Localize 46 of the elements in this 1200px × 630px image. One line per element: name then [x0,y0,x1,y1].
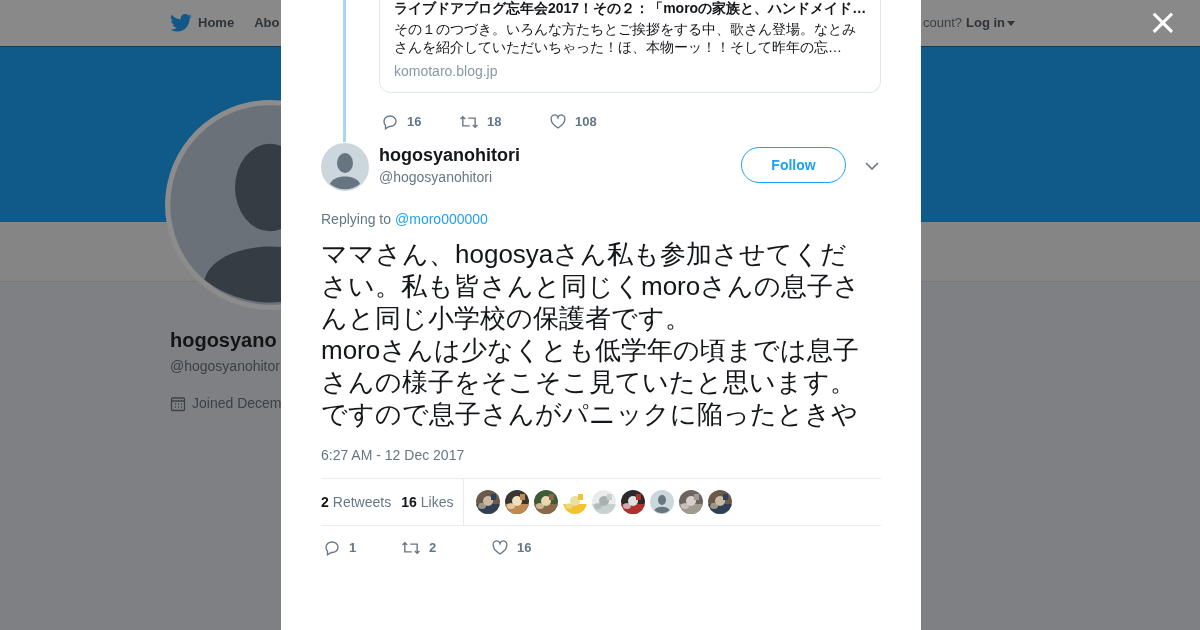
reply-count: 16 [407,113,422,131]
nav-link[interactable]: Abo [254,13,280,33]
retweet-button[interactable]: 18 [459,112,549,132]
timestamp: 6:27 AM - 12 Dec 2017 [321,446,466,465]
like-button[interactable]: 108 [549,112,597,132]
chevron-icon[interactable] [865,162,879,170]
stat-count: 2 [321,492,329,512]
retweet-count: 2 [429,539,437,557]
nav-link[interactable]: Home [198,13,235,33]
heart-icon [491,538,509,557]
reply-icon [381,112,399,131]
default-avatar-icon [650,490,675,514]
like-count: 16 [517,539,532,557]
login-button[interactable]: Log in [966,13,1015,33]
author-handle: @hogosyanohitori [379,168,494,187]
profile-name: hogosyano [170,328,277,352]
tweet-text: ママさん、hogosyaさん私も参加させてください。私も皆さんと同じくmoroさんの息子さんと同じ小学校の保護者です。 [321,238,862,334]
default-avatar-icon [321,143,369,191]
card-title: ライブドアブログ忘年会2017！その２：「moroの家族と、ハンドメイド… [394,0,866,16]
profile-handle: @hogosyanohitor [170,357,280,376]
stat-count: 16 [401,492,417,512]
reply-button[interactable]: 1 [323,538,401,558]
like-count: 108 [575,113,597,131]
replying-label: Replying to [321,210,392,229]
author-name: hogosyanohitori [379,144,520,166]
stat-label[interactable]: Likes [420,491,454,513]
reply-button[interactable]: 16 [381,112,459,132]
bird-icon [170,14,192,32]
joined-date: Joined Decem [192,394,282,413]
retweet-button[interactable]: 2 [401,538,491,558]
tweet-text: moroさんは少なくとも低学年の頃までは息子さんの様子をそこそこ見ていたと思います。 [321,334,861,398]
reply-count: 1 [349,539,357,557]
link-card[interactable]: ライブドアブログ忘年会2017！その２：「moroの家族と、ハンドメイド… その１のつづき。いろんな方たちとご挨拶をする中、歌さん登場。なとみさんを紹介していただいちゃった！ほ、本物ーッ！！そして昨年の忘… komotaro.blog.jp [379,0,881,93]
card-domain: komotaro.blog.jp [394,62,499,81]
card-description: その１のつづき。いろんな方たちとご挨拶をする中、歌さん登場。なとみさんを紹介していただいちゃった！ほ、本物ーッ！！そして昨年の忘… [394,20,857,56]
reply-icon [323,538,341,557]
caret-icon [1007,20,1015,26]
stat-label[interactable]: Retweets [332,491,392,513]
calendar-icon [170,395,186,412]
account-prompt: count? [922,14,962,33]
close-button[interactable]: × [1147,4,1178,40]
like-button[interactable]: 16 [491,538,532,558]
retweet-count: 18 [487,113,502,131]
mention-link[interactable]: @moro000000 [395,209,488,230]
tweet-text: ですので息子さんがパニックに陥ったときや [321,398,858,430]
heart-icon [549,112,567,131]
